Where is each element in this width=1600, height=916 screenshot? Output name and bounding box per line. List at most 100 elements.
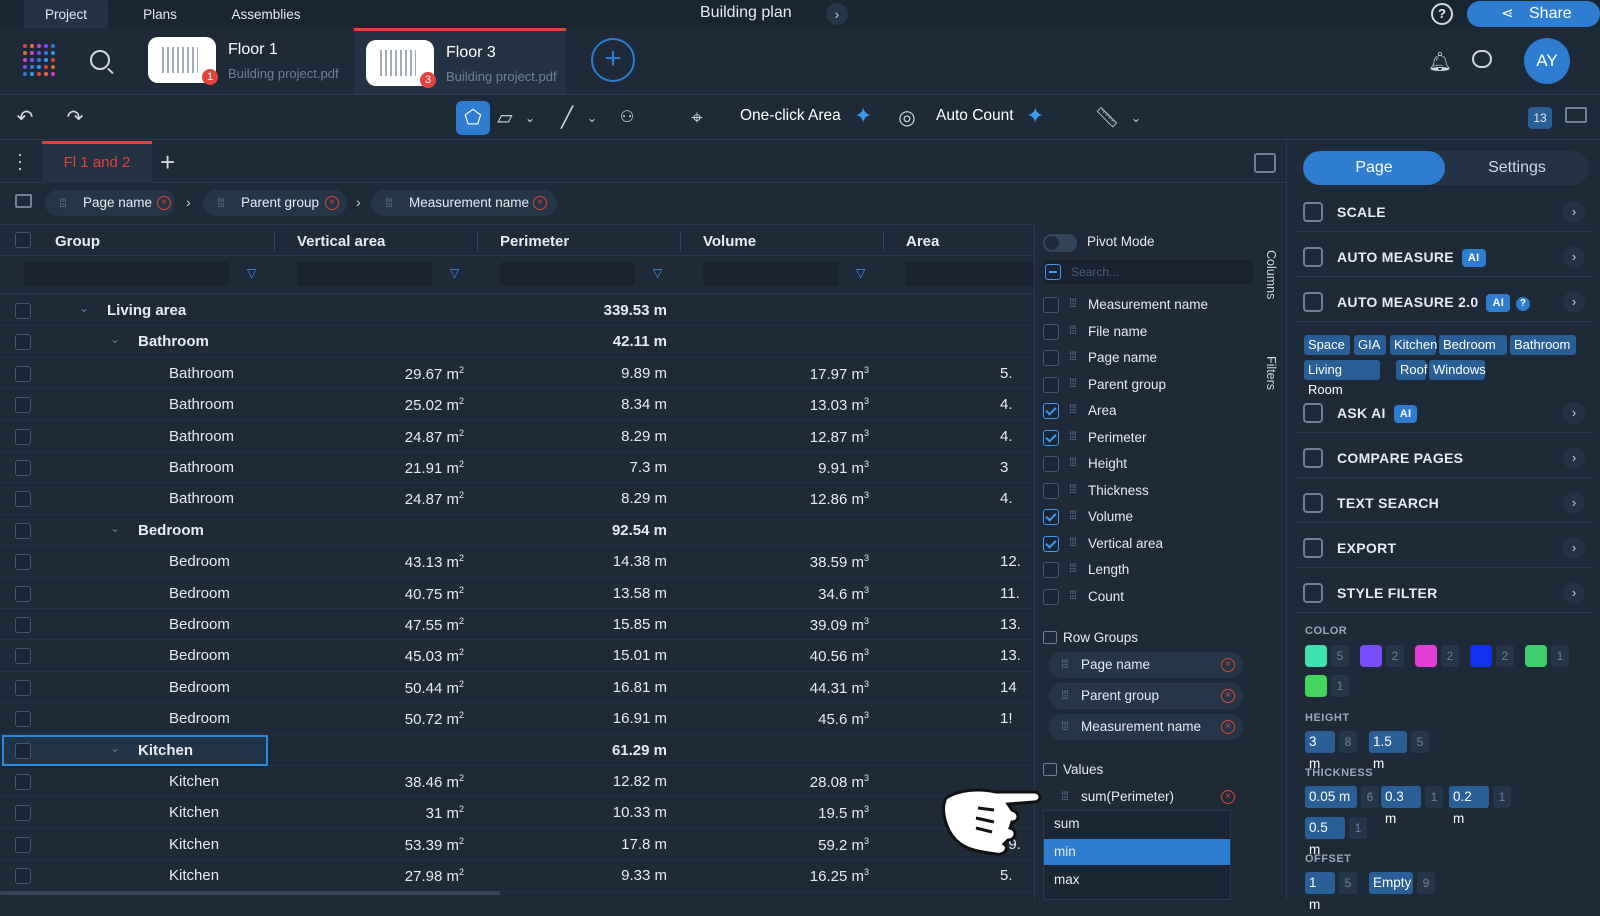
column-item[interactable]: ⁞⁞⁞ Page name (1043, 345, 1253, 371)
group-row[interactable]: ⌄ Kitchen 61.29 m (0, 734, 1034, 766)
table-row[interactable]: Kitchen 27.98 m2 9.33 m 16.25 m3 5. (0, 860, 1034, 892)
chevron-right-icon[interactable]: › (1563, 447, 1585, 469)
row-checkbox[interactable] (15, 774, 31, 790)
tab-project[interactable]: Project (24, 0, 108, 28)
auto-count-icon[interactable]: ◎ (892, 101, 922, 135)
chevron-down-icon[interactable]: ⌄ (110, 521, 120, 535)
chevron-right-icon[interactable]: › (1563, 537, 1585, 559)
ruler-icon[interactable]: 📏︎ (1092, 101, 1122, 135)
filter-pill[interactable]: 0.05 m (1305, 786, 1357, 808)
drag-handle-icon[interactable]: ⁞⁞⁞ (1069, 376, 1077, 390)
column-checkbox[interactable] (1043, 562, 1059, 578)
count-tool-icon[interactable]: ⚇ (612, 101, 642, 135)
filter-input[interactable] (24, 262, 229, 286)
value-item[interactable]: ⁞⁞⁞ sum(Perimeter) × (1049, 784, 1243, 810)
redo-icon[interactable]: ↷ (60, 101, 90, 135)
auto-measure-tag[interactable]: GIA (1354, 335, 1386, 355)
chevron-right-icon[interactable]: › (1563, 402, 1585, 424)
row-checkbox[interactable] (15, 836, 31, 853)
group-chip[interactable]: ⁞⁞⁞ Measurement name × (371, 190, 557, 216)
filter-pill[interactable]: 0.5 m (1305, 817, 1345, 857)
table-row[interactable]: Bedroom 50.44 m2 16.81 m 44.31 m3 14 (0, 672, 1034, 704)
row-checkbox[interactable] (15, 491, 31, 508)
help-icon[interactable]: ? (1516, 297, 1531, 311)
column-header-volume[interactable]: Volume (703, 233, 756, 250)
menu-item-ask-ai[interactable]: ASK AI AI › (1297, 393, 1593, 433)
row-checkbox[interactable] (15, 648, 31, 665)
filter-input[interactable] (703, 262, 838, 286)
column-checkbox[interactable] (1043, 429, 1059, 446)
group-row[interactable]: ⌄ Bathroom 42.11 m (0, 326, 1034, 358)
row-group-item[interactable]: ⁞⁞⁞ Page name × (1049, 652, 1243, 678)
undo-icon[interactable]: ↶ (10, 101, 40, 135)
chevron-down-icon[interactable]: ⌄ (1128, 101, 1144, 135)
drag-handle-icon[interactable]: ⁞⁞⁞ (385, 190, 393, 216)
help-icon[interactable]: ? (1431, 3, 1453, 25)
color-swatch[interactable] (1525, 645, 1547, 667)
auto-measure-tag[interactable]: Kitchen (1390, 335, 1437, 355)
column-item[interactable]: ⁞⁞⁞ Area (1043, 398, 1253, 424)
remove-icon[interactable]: × (157, 196, 171, 210)
horizontal-scrollbar[interactable] (0, 891, 500, 895)
column-checkbox[interactable] (1043, 297, 1059, 313)
chevron-down-icon[interactable]: ⌄ (110, 332, 120, 346)
menu-item-auto-measure[interactable]: AUTO MEASURE AI › (1297, 237, 1593, 277)
filter-pill[interactable]: 3 m (1305, 731, 1335, 771)
table-row[interactable]: Bathroom 24.87 m2 8.29 m 12.87 m3 4. (0, 421, 1034, 452)
monitor-icon[interactable] (1565, 107, 1587, 123)
drag-handle-icon[interactable]: ⁞⁞⁞ (1061, 719, 1069, 733)
filter-icon[interactable]: ▽ (450, 266, 459, 280)
tab-page[interactable]: Page (1303, 151, 1445, 185)
chevron-down-icon[interactable]: ⌄ (522, 101, 538, 135)
filter-input[interactable] (500, 262, 635, 286)
row-group-item[interactable]: ⁞⁞⁞ Parent group × (1049, 683, 1243, 709)
auto-measure-tag[interactable]: Space (1304, 335, 1350, 355)
auto-measure-tag[interactable]: Living Room (1304, 360, 1380, 397)
table-row[interactable]: Bedroom 43.13 m2 14.38 m 38.59 m3 12. (0, 546, 1034, 578)
column-checkbox[interactable] (1043, 509, 1059, 525)
chevron-right-icon[interactable]: › (826, 3, 848, 25)
filter-pill[interactable]: 0.3 m (1381, 786, 1421, 826)
more-vertical-icon[interactable]: · · · (17, 145, 23, 177)
filter-pill[interactable]: 0.2 m (1449, 786, 1489, 826)
chevron-right-icon[interactable]: › (1563, 582, 1585, 604)
color-swatch[interactable] (1305, 645, 1327, 667)
table-row[interactable]: Bedroom 40.75 m2 13.58 m 34.6 m3 11. (0, 578, 1034, 609)
chevron-right-icon[interactable]: › (1563, 246, 1585, 268)
row-checkbox[interactable] (15, 805, 31, 822)
drag-handle-icon[interactable]: ⁞⁞⁞ (1069, 429, 1077, 443)
chevron-right-icon[interactable]: › (1563, 492, 1585, 514)
filter-pill[interactable]: Empty (1369, 872, 1413, 894)
auto-measure-tag[interactable]: Roof (1396, 360, 1427, 380)
remove-icon[interactable]: × (325, 196, 339, 210)
selected-cell[interactable] (2, 734, 268, 766)
remove-icon[interactable]: × (533, 196, 547, 210)
table-row[interactable]: Bedroom 47.55 m2 15.85 m 39.09 m3 13. (0, 609, 1034, 641)
column-item[interactable]: ⁞⁞⁞ Volume (1043, 504, 1253, 530)
table-row[interactable]: Kitchen 53.39 m2 17.8 m 59.2 m3 19. (0, 829, 1034, 861)
row-checkbox[interactable] (15, 868, 31, 885)
drag-handle-icon[interactable]: ⁞⁞⁞ (1061, 688, 1069, 702)
chevron-down-icon[interactable]: ⌄ (584, 101, 600, 135)
column-checkbox[interactable] (1043, 588, 1059, 605)
chevron-down-icon[interactable]: ⌄ (79, 301, 89, 315)
sheet-tab[interactable]: Fl 1 and 2 (42, 141, 152, 183)
group-chip[interactable]: ⁞⁞⁞ Page name × (45, 190, 175, 216)
one-click-area-icon[interactable]: ⌖ (682, 101, 712, 135)
row-checkbox[interactable] (15, 679, 31, 696)
row-checkbox[interactable] (15, 522, 31, 539)
column-item[interactable]: ⁞⁞⁞ Count (1043, 584, 1253, 610)
agg-option-max[interactable]: max (1044, 867, 1230, 893)
filter-pill[interactable]: 1.5 m (1369, 731, 1407, 771)
column-item[interactable]: ⁞⁞⁞ Thickness (1043, 478, 1253, 504)
column-checkbox[interactable] (1043, 323, 1059, 340)
row-checkbox[interactable] (15, 585, 31, 602)
column-item[interactable]: ⁞⁞⁞ Vertical area (1043, 531, 1253, 557)
chevron-right-icon[interactable]: › (1563, 291, 1585, 313)
drag-handle-icon[interactable]: ⁞⁞⁞ (1069, 455, 1077, 469)
tab-assemblies[interactable]: Assemblies (214, 0, 318, 28)
menu-item-auto-measure-2-0[interactable]: AUTO MEASURE 2.0 AI? › (1297, 282, 1593, 322)
file-tab-floor-3[interactable]: 3 Floor 3 Building project.pdf (354, 28, 566, 94)
avatar[interactable]: AY (1524, 38, 1570, 84)
row-checkbox[interactable] (15, 397, 31, 414)
